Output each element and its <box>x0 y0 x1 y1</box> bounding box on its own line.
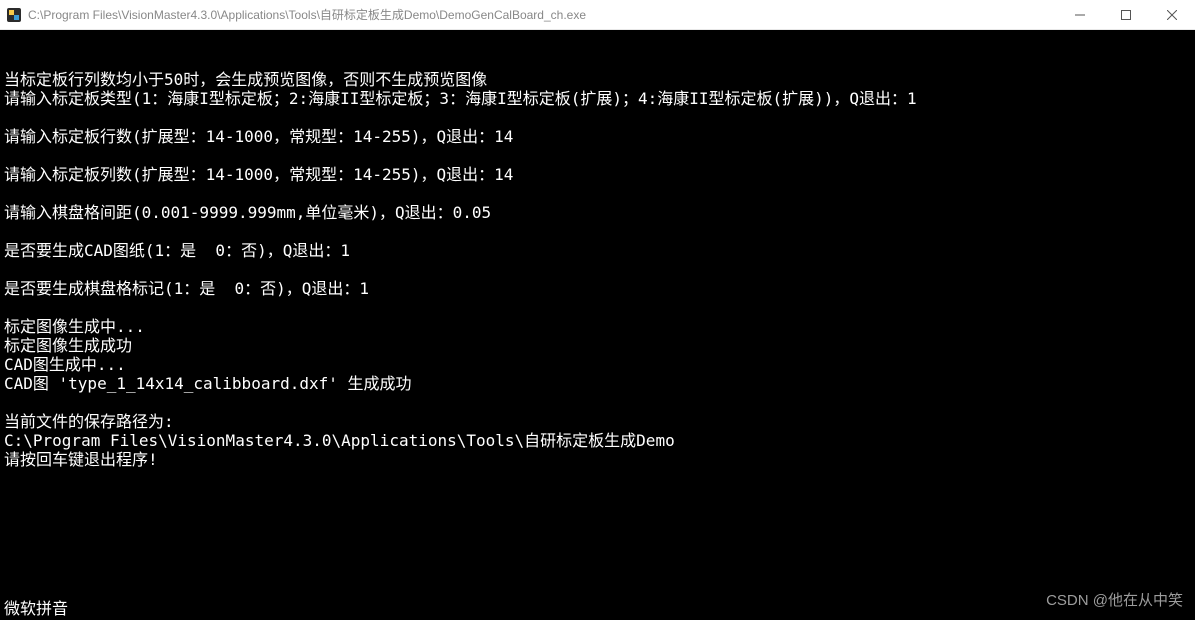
console-line <box>4 393 1191 412</box>
console-line: C:\Program Files\VisionMaster4.3.0\Appli… <box>4 431 1191 450</box>
console-line: 请输入标定板行数(扩展型：14-1000，常规型：14-255)，Q退出：14 <box>4 127 1191 146</box>
console-line: 标定图像生成成功 <box>4 336 1191 355</box>
window-title: C:\Program Files\VisionMaster4.3.0\Appli… <box>28 6 1057 23</box>
console-line: 是否要生成CAD图纸(1：是 0：否)，Q退出：1 <box>4 241 1191 260</box>
console-line <box>4 184 1191 203</box>
close-button[interactable] <box>1149 0 1195 29</box>
watermark-text: CSDN @他在从中笑 <box>1046 591 1183 610</box>
console-line <box>4 222 1191 241</box>
console-line: 是否要生成棋盘格标记(1：是 0：否)，Q退出：1 <box>4 279 1191 298</box>
console-line <box>4 146 1191 165</box>
maximize-button[interactable] <box>1103 0 1149 29</box>
console-line <box>4 298 1191 317</box>
minimize-button[interactable] <box>1057 0 1103 29</box>
console-line: 当标定板行列数均小于50时，会生成预览图像，否则不生成预览图像 <box>4 70 1191 89</box>
console-line: 请按回车键退出程序! <box>4 450 1191 469</box>
console-line: 请输入标定板列数(扩展型：14-1000，常规型：14-255)，Q退出：14 <box>4 165 1191 184</box>
window-titlebar: C:\Program Files\VisionMaster4.3.0\Appli… <box>0 0 1195 30</box>
ime-indicator-partial: 微软拼音 <box>4 599 68 618</box>
console-line: 标定图像生成中... <box>4 317 1191 336</box>
console-line <box>4 260 1191 279</box>
console-output[interactable]: 当标定板行列数均小于50时，会生成预览图像，否则不生成预览图像请输入标定板类型(… <box>0 30 1195 620</box>
app-icon <box>6 7 22 23</box>
console-line: 请输入标定板类型(1：海康I型标定板；2:海康II型标定板；3：海康I型标定板(… <box>4 89 1191 108</box>
console-line: 当前文件的保存路径为: <box>4 412 1191 431</box>
console-line: CAD图 'type_1_14x14_calibboard.dxf' 生成成功 <box>4 374 1191 393</box>
console-line: 请输入棋盘格间距(0.001-9999.999mm,单位毫米)，Q退出：0.05 <box>4 203 1191 222</box>
console-line <box>4 108 1191 127</box>
window-controls <box>1057 0 1195 29</box>
console-line: CAD图生成中... <box>4 355 1191 374</box>
